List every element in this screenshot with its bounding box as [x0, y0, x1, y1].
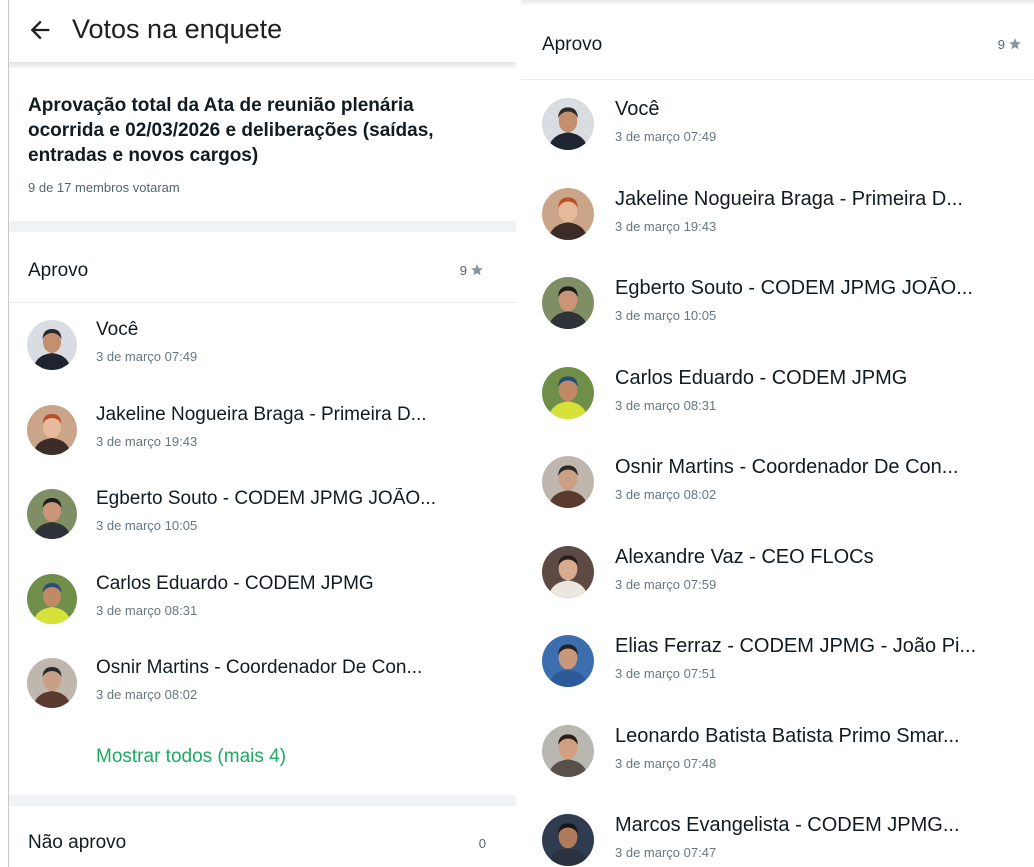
voter-row[interactable]: Osnir Martins - Coordenador De Con... 3 d…: [521, 439, 1034, 528]
voter-row[interactable]: Carlos Eduardo - CODEM JPMG 3 de março 08…: [9, 557, 516, 641]
avatar: [542, 635, 594, 687]
voter-row[interactable]: Osnir Martins - Coordenador De Con... 3 d…: [9, 641, 516, 725]
voter-name: Carlos Eduardo - CODEM JPMG: [96, 572, 374, 594]
vote-timestamp: 3 de março 07:49: [615, 129, 717, 144]
header-shadow: [9, 62, 516, 68]
voter-row[interactable]: Marcos Evangelista - CODEM JPMG... 3 de m…: [521, 797, 1034, 867]
section-separator: [9, 221, 516, 232]
vote-timestamp: 3 de março 07:47: [615, 845, 717, 860]
avatar: [542, 456, 594, 508]
voter-name: Elias Ferraz - CODEM JPMG - João Pi...: [615, 635, 977, 657]
avatar: [542, 277, 594, 329]
poll-question: Aprovação total da Ata de reunião plenár…: [28, 95, 434, 166]
divider: [521, 79, 1034, 80]
voter-name: Alexandre Vaz - CEO FLOCs: [615, 545, 874, 568]
panel-border: [8, 0, 9, 867]
avatar: [542, 187, 594, 240]
members-voted-count: 9 de 17 membros votaram: [28, 180, 180, 195]
voter-name: Osnir Martins - Coordenador De Con...: [615, 456, 959, 478]
vote-timestamp: 3 de março 19:43: [615, 218, 717, 234]
page-title: Votos na enquete: [72, 14, 283, 44]
option-approve-count: 9: [998, 37, 1022, 52]
avatar: [542, 98, 594, 150]
vote-timestamp: 3 de março 07:49: [96, 349, 198, 364]
voter-row[interactable]: Você 3 de março 07:49: [521, 81, 1034, 170]
voter-row[interactable]: Egberto Souto - CODEM JPMG JOÃO... 3 de m…: [521, 260, 1034, 349]
voter-name: Jakeline Nogueira Braga - Primeira D...: [96, 403, 427, 425]
avatar: [542, 724, 594, 777]
back-arrow-icon[interactable]: [26, 16, 54, 44]
voter-name: Você: [615, 98, 660, 120]
voter-row[interactable]: Elias Ferraz - CODEM JPMG - João Pi... 3 …: [521, 618, 1034, 707]
voter-row[interactable]: Carlos Eduardo - CODEM JPMG 3 de março 08…: [521, 350, 1034, 439]
top-shadow: [521, 0, 1034, 6]
poll-votes-panel-right: Aprovo 9 Você 3 de março 07:49 Jakeline No…: [521, 0, 1034, 867]
avatar: [27, 573, 77, 624]
show-all-button[interactable]: Mostrar todos (mais 4): [96, 746, 286, 768]
voter-name: Jakeline Nogueira Braga - Primeira D...: [615, 187, 963, 210]
vote-timestamp: 3 de março 07:59: [615, 576, 717, 592]
avatar: [27, 658, 77, 708]
avatar: [542, 366, 594, 419]
option-approve-count: 9: [460, 263, 484, 278]
voter-row[interactable]: Jakeline Nogueira Braga - Primeira D... 3…: [9, 388, 516, 472]
voter-name: Você: [96, 319, 139, 340]
section-separator: [9, 795, 516, 806]
vote-timestamp: 3 de março 10:05: [96, 518, 198, 533]
option-approve-header: Aprovo 9: [9, 232, 516, 302]
avatar: [27, 320, 77, 370]
vote-timestamp: 3 de março 08:02: [615, 487, 717, 502]
voter-row[interactable]: Alexandre Vaz - CEO FLOCs 3 de março 07:5…: [521, 529, 1034, 618]
app-bar: Votos na enquete: [9, 0, 516, 62]
option-reject-count: 0: [478, 836, 486, 851]
option-approve-label: Aprovo: [542, 34, 603, 55]
vote-timestamp: 3 de março 19:43: [96, 433, 198, 449]
voter-row[interactable]: Egberto Souto - CODEM JPMG JOÃO... 3 de m…: [9, 472, 516, 556]
star-icon: [471, 264, 483, 276]
voter-row[interactable]: Jakeline Nogueira Braga - Primeira D... 3…: [521, 171, 1034, 260]
avatar: [542, 545, 594, 598]
voter-name: Osnir Martins - Coordenador De Con...: [96, 657, 423, 678]
option-reject-label: Não aprovo: [28, 832, 127, 853]
voter-name: Leonardo Batista Batista Primo Smar...: [615, 724, 960, 747]
option-reject-header: Não aprovo 0: [9, 806, 516, 867]
option-approve-header: Aprovo 9: [521, 8, 1034, 78]
vote-timestamp: 3 de março 08:31: [96, 602, 198, 618]
voter-row[interactable]: Leonardo Batista Batista Primo Smar... 3 …: [521, 708, 1034, 797]
voter-name: Egberto Souto - CODEM JPMG JOÃO...: [96, 488, 436, 509]
vote-timestamp: 3 de março 07:51: [615, 666, 717, 681]
poll-votes-panel-left: Votos na enquete Aprovação total da Ata …: [0, 0, 516, 867]
avatar: [27, 404, 77, 455]
vote-timestamp: 3 de março 08:02: [96, 687, 198, 702]
vote-timestamp: 3 de março 10:05: [615, 308, 717, 323]
option-approve-label: Aprovo: [28, 260, 89, 281]
avatar: [27, 489, 77, 539]
voter-name: Egberto Souto - CODEM JPMG JOÃO...: [615, 277, 973, 299]
voter-name: Carlos Eduardo - CODEM JPMG: [615, 366, 908, 389]
avatar: [542, 814, 594, 866]
voter-row[interactable]: Você 3 de março 07:49: [9, 303, 516, 387]
star-icon: [1009, 38, 1021, 50]
voter-name: Marcos Evangelista - CODEM JPMG...: [615, 814, 960, 836]
vote-timestamp: 3 de março 08:31: [615, 397, 717, 413]
vote-timestamp: 3 de março 07:48: [615, 755, 717, 771]
